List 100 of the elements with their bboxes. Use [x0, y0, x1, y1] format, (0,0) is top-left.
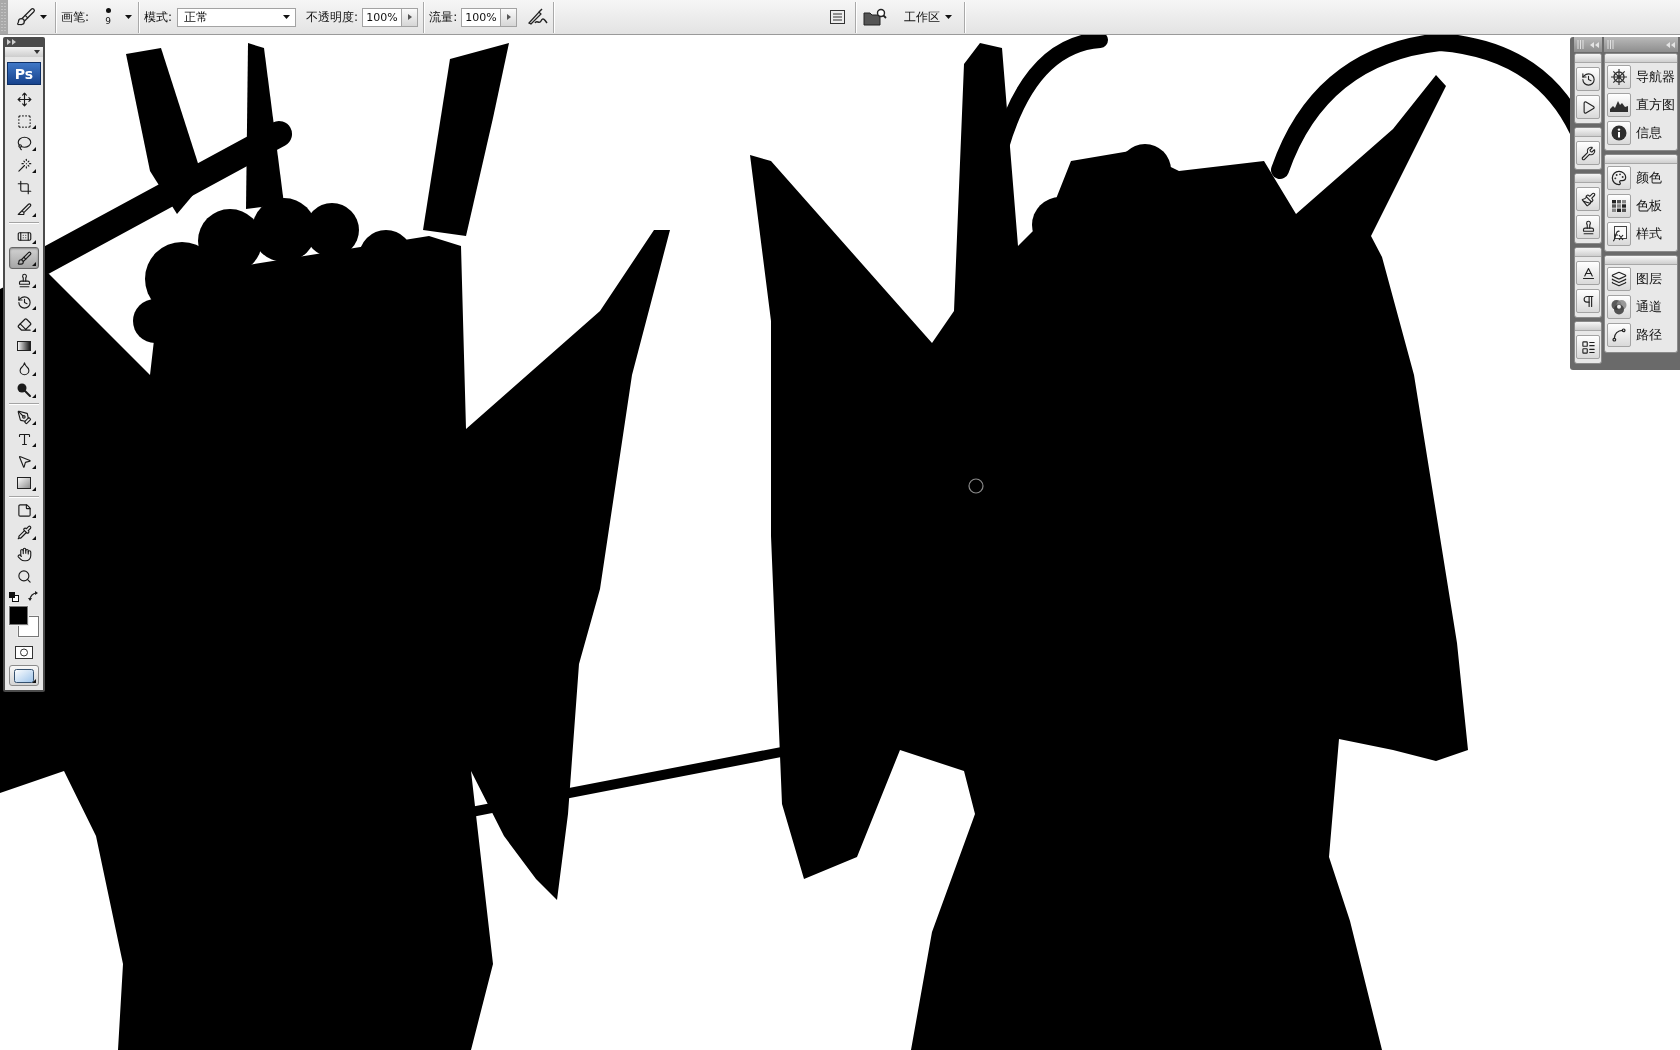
- folder-search-icon[interactable]: [863, 8, 888, 26]
- history-panel-button[interactable]: [1576, 67, 1600, 91]
- bezier-path-icon: [1607, 323, 1631, 347]
- circle-in-rectangle-icon: [15, 646, 33, 659]
- channels-panel-button[interactable]: 通道: [1605, 293, 1677, 321]
- styles-icon: [1607, 222, 1631, 246]
- caret-icon: [283, 15, 291, 19]
- brush-tip-icon: [105, 8, 111, 13]
- color-panel-button[interactable]: 颜色: [1605, 164, 1677, 192]
- lasso-icon: [16, 135, 32, 151]
- pilcrow-icon: [1580, 293, 1596, 309]
- navigator-panel-button[interactable]: 导航器: [1605, 63, 1677, 91]
- gradient-icon: [16, 338, 32, 354]
- brush-picker-button[interactable]: 9: [97, 8, 133, 26]
- zoom-icon: [16, 568, 32, 584]
- layers-icon: [1607, 267, 1631, 291]
- eraser-icon: [16, 316, 32, 332]
- tool-presets-button[interactable]: [1576, 141, 1600, 165]
- panel-tab-bar: [1575, 128, 1601, 137]
- layer-comps-button[interactable]: [1576, 335, 1600, 359]
- panel-tab-bar: [1575, 174, 1601, 183]
- panel-tab-bar: [1575, 248, 1601, 257]
- palette-icon: [1607, 166, 1631, 190]
- opacity-slider-button[interactable]: [402, 7, 419, 27]
- mode-dropdown[interactable]: 正常: [177, 7, 297, 27]
- opacity-field[interactable]: 100%: [362, 7, 403, 27]
- pen-nib-icon: [16, 409, 32, 425]
- eyedropper-icon: [16, 524, 32, 540]
- brush-label: 画笔:: [61, 9, 90, 25]
- grip-icon[interactable]: [0, 0, 8, 34]
- workspace-menu-button[interactable]: 工作区: [904, 8, 953, 26]
- wrench-icon: [1580, 145, 1596, 161]
- screen-frame-icon: [14, 668, 34, 683]
- grip-icon[interactable]: [1607, 40, 1614, 49]
- clone-source-button[interactable]: [1576, 215, 1600, 239]
- mode-label: 模式:: [144, 9, 173, 25]
- layers-panel-button[interactable]: 图层: [1605, 265, 1677, 293]
- expand-arrows-icon[interactable]: [7, 39, 16, 45]
- panel-tab-bar: [1575, 322, 1601, 331]
- foreground-swatch-icon[interactable]: [9, 606, 28, 625]
- caret-icon: [945, 15, 953, 19]
- styles-panel-button[interactable]: 样式: [1605, 220, 1677, 248]
- default-colors-icon[interactable]: [9, 592, 19, 602]
- note-icon: [16, 502, 32, 518]
- panel-tab-bar: [1575, 54, 1601, 63]
- dashed-rectangle-icon: [16, 113, 32, 129]
- channels-icon: [1607, 295, 1631, 319]
- airbrush-icon[interactable]: [526, 8, 549, 26]
- text-tool-icon: [16, 431, 32, 447]
- history-icon: [16, 294, 32, 310]
- brush-tool-button[interactable]: [9, 247, 39, 269]
- brush-icon: [16, 7, 36, 27]
- brush-cursor-icon: [968, 478, 984, 494]
- histogram-panel-button[interactable]: 直方图: [1605, 91, 1677, 119]
- flow-slider-button[interactable]: [501, 7, 518, 27]
- panel-tab-bar: [1605, 256, 1677, 265]
- opacity-label: 不透明度:: [306, 9, 359, 25]
- move-arrow-icon: [16, 91, 32, 107]
- actions-panel-button[interactable]: [1576, 95, 1600, 119]
- crop-icon: [16, 179, 32, 195]
- swatch-grid-icon: [1607, 194, 1631, 218]
- paths-panel-button[interactable]: 路径: [1605, 321, 1677, 349]
- knife-icon: [16, 201, 32, 217]
- stamp-icon: [16, 272, 32, 288]
- swatches-panel-button[interactable]: 色板: [1605, 192, 1677, 220]
- caret-icon: [40, 15, 47, 19]
- hand-icon: [16, 546, 32, 562]
- magic-wand-icon: [16, 157, 32, 173]
- stamp-icon: [1580, 219, 1596, 235]
- brushes-panel-button[interactable]: [1576, 187, 1600, 211]
- letter-a-icon: [1580, 265, 1596, 281]
- droplet-icon: [16, 360, 32, 376]
- caret-icon: [125, 15, 133, 19]
- dodge-icon: [16, 382, 32, 398]
- paragraph-panel-button[interactable]: [1576, 289, 1600, 313]
- screen-mode-button[interactable]: [9, 665, 39, 686]
- brush-icon: [16, 250, 32, 266]
- flow-field[interactable]: 100%: [461, 7, 502, 27]
- ps-logo[interactable]: Ps: [7, 62, 41, 85]
- pointer-arrow-icon: [16, 453, 32, 469]
- panel-tab-bar: [1605, 54, 1677, 63]
- histogram-icon: [1607, 93, 1631, 117]
- character-panel-button[interactable]: [1576, 261, 1600, 285]
- flow-label: 流量:: [429, 9, 458, 25]
- ship-wheel-icon: [1607, 65, 1631, 89]
- layout-list-icon: [1580, 339, 1596, 355]
- paintbrush-icon: [1580, 191, 1596, 207]
- play-icon: [1580, 99, 1596, 115]
- info-icon: [1607, 121, 1631, 145]
- triangle-right-icon: [407, 14, 412, 20]
- swap-arrows-icon[interactable]: [28, 591, 39, 602]
- rectangle-icon: [16, 475, 32, 491]
- tool-preset-button[interactable]: [16, 7, 47, 27]
- info-panel-button[interactable]: 信息: [1605, 119, 1677, 147]
- history-icon: [1580, 71, 1596, 87]
- panel-tab-bar: [1605, 155, 1677, 164]
- menu-caret-icon[interactable]: [34, 50, 40, 54]
- panel-list-icon[interactable]: [830, 10, 846, 24]
- grip-icon[interactable]: [1577, 40, 1584, 49]
- triangle-right-icon: [506, 14, 511, 20]
